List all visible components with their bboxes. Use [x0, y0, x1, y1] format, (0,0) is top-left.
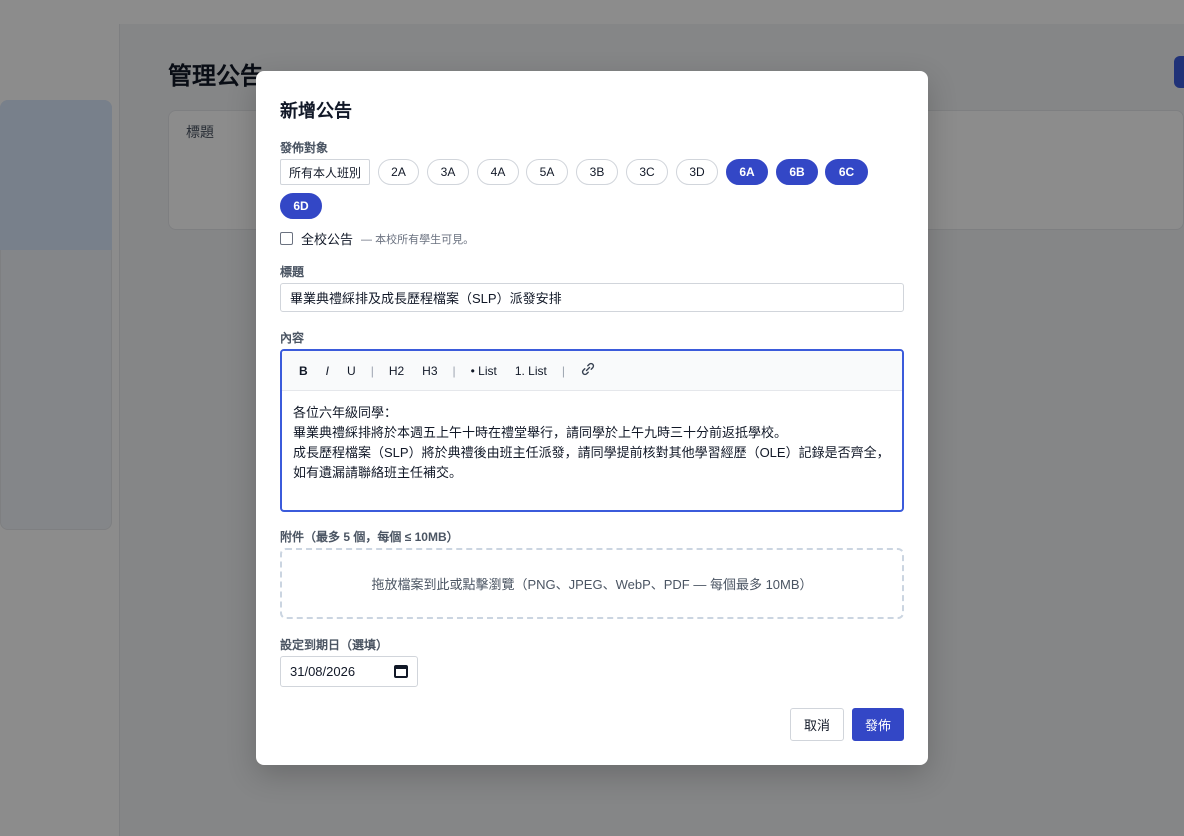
- whole-school-hint: — 本校所有學生可見。: [361, 233, 475, 246]
- content-line: 畢業典禮綵排將於本週五上午十時在禮堂舉行，請同學於上午九時三十分前返抵學校。: [293, 425, 788, 440]
- chip-2a[interactable]: 2A: [378, 159, 419, 185]
- title-label: 標題: [280, 265, 305, 279]
- italic-button[interactable]: I: [319, 364, 336, 378]
- content-line: 各位六年級同學：: [293, 405, 398, 420]
- toolbar-divider: |: [452, 363, 456, 378]
- dialog-title: 新增公告: [280, 101, 352, 121]
- chip-3c[interactable]: 3C: [626, 159, 668, 185]
- expiry-date-input[interactable]: 31/08/2026: [280, 656, 418, 687]
- heading2-button[interactable]: H2: [382, 364, 411, 378]
- chip-3b[interactable]: 3B: [576, 159, 618, 185]
- heading3-button[interactable]: H3: [415, 364, 444, 378]
- bullet-list-button[interactable]: • List: [464, 364, 504, 378]
- whole-school-label[interactable]: 全校公告: [301, 229, 353, 248]
- whole-school-row: 全校公告 — 本校所有學生可見。: [280, 229, 474, 248]
- whole-school-checkbox[interactable]: [280, 232, 293, 245]
- title-input[interactable]: 畢業典禮綵排及成長歷程檔案（SLP）派發安排: [280, 283, 904, 312]
- bold-button[interactable]: B: [292, 364, 315, 378]
- chip-6c[interactable]: 6C: [825, 159, 868, 185]
- chip-all-my-classes[interactable]: 所有本人班別: [280, 159, 370, 185]
- underline-button[interactable]: U: [340, 364, 363, 378]
- chip-3a[interactable]: 3A: [427, 159, 469, 185]
- numbered-list-button[interactable]: 1. List: [508, 364, 554, 378]
- chip-5a[interactable]: 5A: [526, 159, 568, 185]
- link-icon[interactable]: [573, 361, 603, 380]
- cancel-button[interactable]: 取消: [790, 708, 844, 741]
- link-icon-glyph: [581, 362, 595, 376]
- chip-6d[interactable]: 6D: [280, 193, 322, 219]
- calendar-icon[interactable]: [394, 665, 408, 678]
- toolbar-divider: |: [370, 363, 374, 378]
- content-line: 成長歷程檔案（SLP）將於典禮後由班主任派發，請同學提前核對其他學習經歷（OLE…: [293, 445, 890, 480]
- audience-label: 發佈對象: [280, 141, 329, 155]
- publish-button[interactable]: 發佈: [852, 708, 904, 741]
- toolbar-divider: |: [561, 363, 565, 378]
- attachments-label: 附件（最多 5 個，每個 ≤ 10MB）: [280, 530, 459, 544]
- content-editor: B I U | H2 H3 | • List 1. List | 各位六年級同學…: [280, 349, 904, 512]
- chip-6b[interactable]: 6B: [776, 159, 818, 185]
- content-label: 內容: [280, 331, 305, 345]
- expiry-date-value: 31/08/2026: [290, 664, 356, 679]
- chip-4a[interactable]: 4A: [477, 159, 519, 185]
- editor-toolbar: B I U | H2 H3 | • List 1. List |: [282, 351, 902, 391]
- attachment-dropzone[interactable]: 拖放檔案到此或點擊瀏覽（PNG、JPEG、WebP、PDF — 每個最多 10M…: [280, 548, 904, 619]
- chip-6a[interactable]: 6A: [726, 159, 768, 185]
- new-announcement-dialog: 新增公告 發佈對象 所有本人班別 2A 3A 4A 5A 3B 3C 3D 6A…: [256, 71, 928, 765]
- expiry-label: 設定到期日（選填）: [280, 638, 389, 652]
- editor-content[interactable]: 各位六年級同學： 畢業典禮綵排將於本週五上午十時在禮堂舉行，請同學於上午九時三十…: [282, 391, 902, 495]
- chip-3d[interactable]: 3D: [676, 159, 718, 185]
